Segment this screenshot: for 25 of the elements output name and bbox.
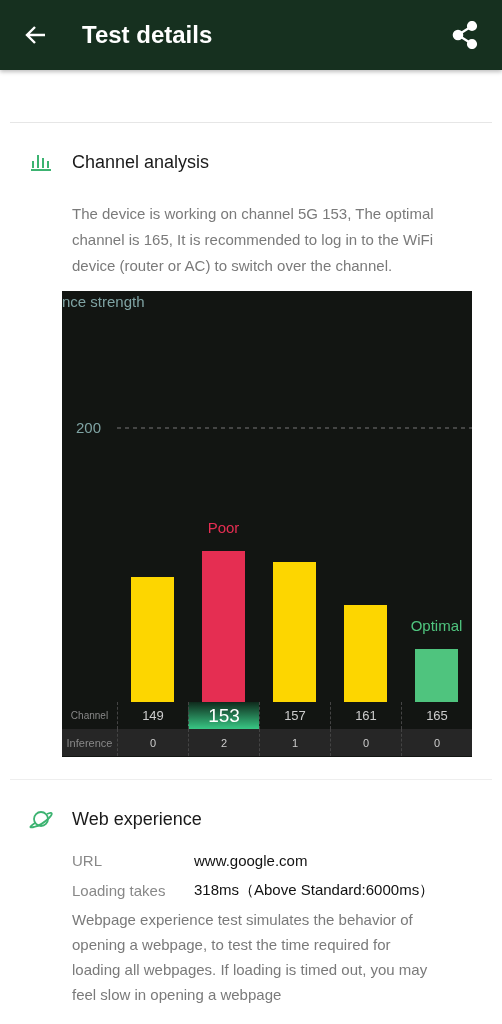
inference-cell: 0: [330, 729, 401, 756]
field-value: 318ms（Above Standard:6000ms）: [194, 880, 435, 900]
section-title: Channel analysis: [72, 151, 210, 173]
bar-label: Optimal: [410, 617, 463, 634]
bar-label: Poor: [207, 519, 240, 536]
channel-cell: 153: [188, 702, 259, 729]
inference-cell: 0: [117, 729, 188, 756]
section-description: Webpage experience test simulates the behavior of opening a webpage, to test the time required for loading all webpages. If loading is timed out, you may feel slow in opening a webpage: [72, 910, 429, 1005]
section-title: Web experience: [72, 808, 202, 830]
bar-chart-icon: [30, 153, 52, 171]
field-label: URL: [72, 851, 103, 869]
inference-cell: 1: [259, 729, 330, 756]
axis-tick-label: 200: [76, 419, 102, 436]
field-label: Loading takes: [72, 881, 167, 899]
section-description: The device is working on channel 5G 153, The optimal channel is 165, It is recommended to log in to the WiFi device (router or AC) to switch over the channel.: [72, 204, 435, 276]
inference-cell: 0: [401, 729, 472, 756]
share-button[interactable]: [452, 21, 478, 49]
row-label: Channel: [69, 709, 110, 723]
row-label: Inference: [65, 735, 114, 751]
inference-cell: 2: [188, 729, 259, 756]
planet-icon: [28, 809, 54, 829]
page-title: Test details: [82, 21, 214, 49]
axis-label: nce strength: [62, 293, 145, 310]
share-icon: [452, 21, 478, 49]
field-value: www.google.com: [194, 851, 308, 869]
